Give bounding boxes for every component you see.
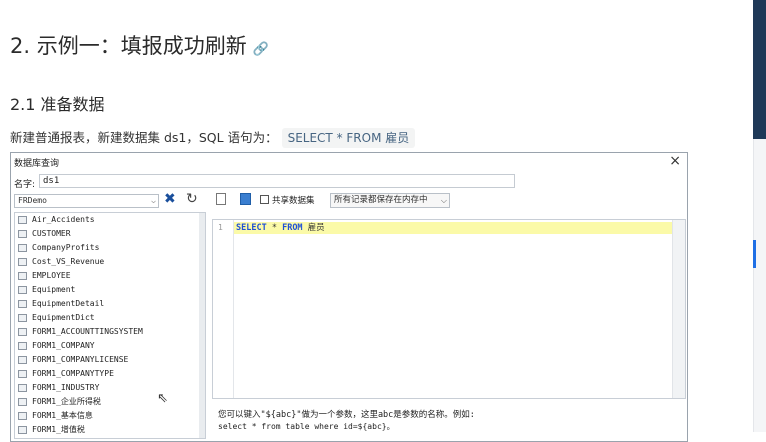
sql-editor[interactable]: 1 SELECT * FROM 雇员 — [212, 219, 686, 399]
database-query-dialog: 数据库查询 × 名字: ds1 FRDemo ⌵ ✖ ↻ Air_Acciden… — [10, 152, 688, 442]
sql-line[interactable]: SELECT * FROM 雇员 — [234, 222, 672, 234]
dialog-title: 数据库查询 — [14, 159, 60, 169]
sql-table-name: 雇员 — [302, 223, 325, 233]
list-item[interactable]: CompanyProfits — [15, 241, 205, 255]
preview-icon[interactable] — [216, 193, 226, 205]
table-icon — [18, 300, 27, 308]
mouse-pointer-icon: ⇖ — [157, 391, 168, 406]
list-item[interactable]: FORM1_增值税 — [15, 423, 205, 437]
list-item[interactable]: Equipment — [15, 283, 205, 297]
table-icon — [18, 342, 27, 350]
sql-star: * — [266, 223, 283, 233]
link-icon[interactable]: 🔗 — [253, 42, 269, 57]
table-icon — [18, 384, 27, 392]
refresh-icon[interactable]: ↻ — [186, 191, 198, 207]
list-item[interactable]: FORM1_COMPANY — [15, 339, 205, 353]
sidebar-light-panel — [753, 139, 766, 432]
table-icon — [18, 356, 27, 364]
section-heading-text: 2. 示例一：填报成功刷新 — [10, 34, 247, 58]
share-dataset-checkbox[interactable] — [260, 195, 269, 204]
list-item[interactable]: FORM1_基本信息 — [15, 409, 205, 423]
list-item[interactable]: Cost_VS_Revenue — [15, 255, 205, 269]
database-select[interactable]: FRDemo ⌵ — [14, 194, 159, 208]
list-item[interactable]: EMPLOYEE — [15, 269, 205, 283]
sidebar-active-marker — [753, 240, 756, 268]
chevron-down-icon: ⌵ — [440, 196, 447, 205]
list-item[interactable]: EquipmentDict — [15, 311, 205, 325]
table-icon — [18, 230, 27, 238]
parameter-example: select * from table where id=${abc}。 — [218, 422, 395, 431]
table-icon — [18, 398, 27, 406]
sql-keyword-select: SELECT — [236, 223, 267, 233]
instruction-paragraph: 新建普通报表，新建数据集 ds1，SQL 语句为： SELECT * FROM … — [10, 127, 416, 148]
table-icon — [18, 272, 27, 280]
database-select-value: FRDemo — [18, 196, 47, 205]
table-icon — [18, 412, 27, 420]
sidebar-dark-panel — [753, 0, 766, 139]
share-dataset-label: 共享数据集 — [272, 196, 315, 206]
editor-scrollbar[interactable] — [672, 220, 685, 398]
table-list[interactable]: Air_Accidents CUSTOMER CompanyProfits Co… — [14, 212, 206, 439]
paragraph-text: 新建普通报表，新建数据集 ds1，SQL 语句为： — [10, 130, 278, 145]
table-icon — [18, 258, 27, 266]
section-heading: 2. 示例一：填报成功刷新 🔗 — [10, 30, 269, 60]
list-item[interactable]: EquipmentDetail — [15, 297, 205, 311]
line-number-gutter: 1 — [213, 220, 234, 398]
memory-mode-select[interactable]: 所有记录都保存在内存中 ⌵ — [330, 193, 450, 208]
name-input[interactable]: ds1 — [39, 174, 515, 188]
table-icon — [18, 314, 27, 322]
list-item[interactable]: FORM1_COMPANYTYPE — [15, 367, 205, 381]
sql-keyword-from: FROM — [282, 223, 303, 233]
table-icon — [18, 370, 27, 378]
parameter-hint: 您可以键入"${abc}"做为一个参数，这里abc是参数的名称。例如: — [218, 410, 475, 420]
list-item[interactable]: FORM1_INDUSTRY — [15, 381, 205, 395]
connection-settings-icon[interactable]: ✖ — [164, 191, 176, 207]
parameter-icon[interactable] — [240, 193, 251, 205]
list-item[interactable]: CUSTOMER — [15, 227, 205, 241]
table-icon — [18, 286, 27, 294]
table-icon — [18, 328, 27, 336]
list-item[interactable]: FORM1_企业所得税 — [15, 395, 205, 409]
table-list-scrollbar[interactable] — [199, 213, 205, 438]
list-item[interactable]: FORM1_ACCOUNTTINGSYSTEM — [15, 325, 205, 339]
list-item[interactable]: Air_Accidents — [15, 213, 205, 227]
name-label: 名字: — [14, 180, 36, 190]
table-icon — [18, 244, 27, 252]
chevron-down-icon: ⌵ — [151, 196, 156, 205]
line-number: 1 — [218, 223, 223, 232]
table-icon — [18, 426, 27, 434]
subsection-heading: 2.1 准备数据 — [10, 95, 105, 114]
list-item[interactable]: FORM1_COMPANYLICENSE — [15, 353, 205, 367]
close-icon[interactable]: × — [669, 153, 681, 169]
table-icon — [18, 216, 27, 224]
memory-mode-value: 所有记录都保存在内存中 — [334, 195, 428, 205]
inline-code: SELECT * FROM 雇员 — [281, 128, 416, 148]
